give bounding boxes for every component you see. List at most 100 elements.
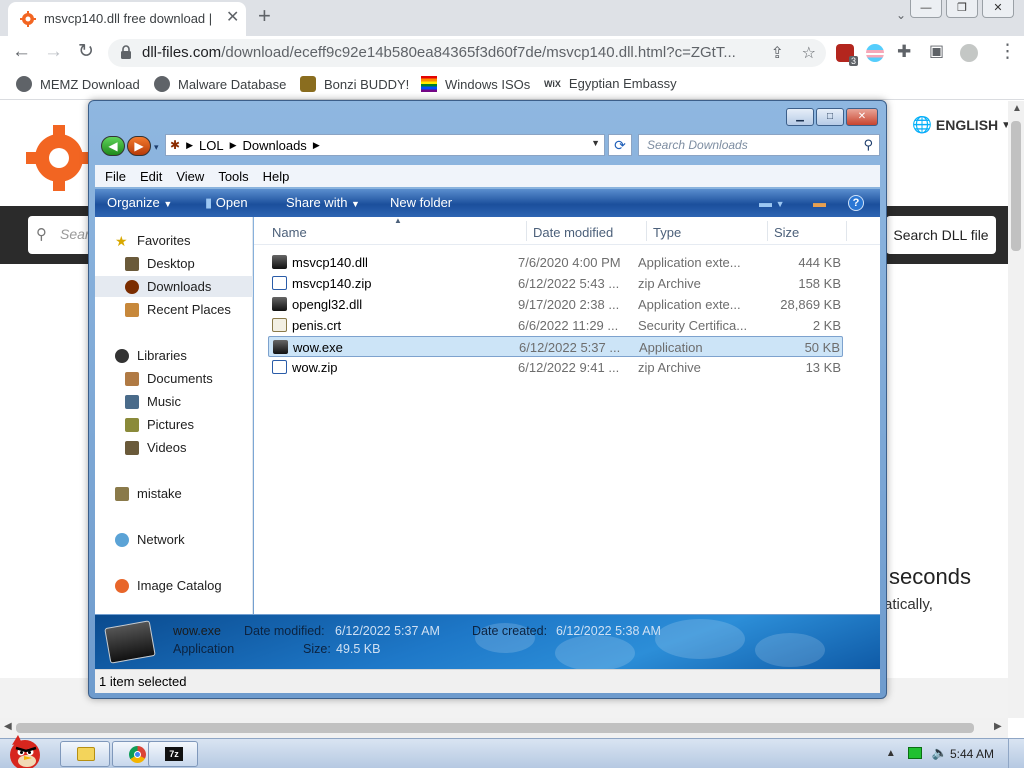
omnibox[interactable]: dll-files.com/download/eceff9c92e14b580e… bbox=[108, 39, 826, 67]
show-desktop-button[interactable] bbox=[1008, 739, 1024, 768]
ublock-extension-icon[interactable]: 3 bbox=[836, 44, 858, 66]
bookmark-windows-isos[interactable]: Windows ISOs bbox=[421, 76, 530, 92]
file-row[interactable]: penis.crt 6/6/2022 11:29 ... Security Ce… bbox=[268, 315, 843, 336]
file-date: 9/17/2020 2:38 ... bbox=[518, 297, 620, 312]
nav-downloads[interactable]: Downloads bbox=[95, 276, 253, 297]
battery-icon[interactable] bbox=[907, 747, 922, 759]
downloads-folder-icon bbox=[125, 279, 139, 294]
explorer-maximize-button[interactable]: □ bbox=[816, 108, 844, 126]
open-button[interactable]: ▮ Open bbox=[205, 195, 248, 211]
taskbar-7zip-button[interactable]: 7z bbox=[148, 741, 198, 767]
nav-recent-places[interactable]: Recent Places bbox=[95, 299, 253, 320]
forward-arrow-icon[interactable]: → bbox=[44, 42, 63, 62]
bookmark-label: MEMZ Download bbox=[40, 76, 140, 92]
column-divider[interactable] bbox=[767, 221, 768, 241]
column-header-name[interactable]: Name bbox=[272, 225, 307, 240]
menu-tools[interactable]: Tools bbox=[218, 169, 248, 184]
column-divider[interactable] bbox=[646, 221, 647, 241]
browser-tab[interactable]: msvcp140.dll free download | ✕ bbox=[8, 2, 246, 36]
file-row[interactable]: msvcp140.dll 7/6/2020 4:00 PM Applicatio… bbox=[268, 252, 843, 273]
close-window-button[interactable]: ✕ bbox=[982, 0, 1014, 18]
search-dll-button[interactable]: Search DLL file bbox=[886, 216, 996, 254]
chrome-menu-icon[interactable]: ⋮ bbox=[998, 42, 1017, 62]
column-header-size[interactable]: Size bbox=[774, 225, 799, 240]
recent-pages-chevron-icon[interactable]: ▾ bbox=[154, 136, 159, 158]
explorer-forward-button[interactable]: ▶ bbox=[127, 136, 151, 156]
horizontal-scrollbar[interactable]: ◀ ▶ bbox=[0, 718, 1008, 738]
address-dropdown-icon[interactable]: ▼ bbox=[591, 138, 600, 148]
explorer-back-button[interactable]: ◀ bbox=[101, 136, 125, 156]
nav-documents[interactable]: Documents bbox=[95, 368, 253, 389]
nav-music[interactable]: Music bbox=[95, 391, 253, 412]
nav-network[interactable]: Network bbox=[95, 529, 253, 550]
nav-libraries[interactable]: Libraries bbox=[95, 345, 253, 366]
menu-help[interactable]: Help bbox=[263, 169, 290, 184]
volume-icon[interactable]: 🔈 bbox=[932, 745, 948, 761]
file-row[interactable]: msvcp140.zip 6/12/2022 5:43 ... zip Arch… bbox=[268, 273, 843, 294]
nav-desktop[interactable]: Desktop bbox=[95, 253, 253, 274]
breadcrumb-lol[interactable]: LOL bbox=[199, 138, 224, 153]
vertical-scrollbar[interactable]: ▲ bbox=[1008, 101, 1024, 718]
new-folder-button[interactable]: New folder bbox=[390, 195, 452, 210]
menu-file[interactable]: File bbox=[105, 169, 126, 184]
nav-user-folder[interactable]: mistake bbox=[95, 483, 253, 504]
chrome-icon bbox=[129, 746, 146, 763]
bookmark-memz[interactable]: MEMZ Download bbox=[16, 76, 140, 92]
menu-view[interactable]: View bbox=[176, 169, 204, 184]
tab-search-chevron-icon[interactable]: ⌄ bbox=[896, 8, 906, 22]
column-divider[interactable] bbox=[846, 221, 847, 241]
nav-favorites[interactable]: ★ Favorites bbox=[95, 230, 253, 251]
file-row[interactable]: wow.zip 6/12/2022 9:41 ... zip Archive 1… bbox=[268, 357, 843, 378]
taskbar-clock[interactable]: 5:44 AM bbox=[950, 747, 994, 761]
scroll-up-icon[interactable]: ▲ bbox=[1012, 103, 1022, 114]
back-arrow-icon[interactable]: ← bbox=[12, 42, 31, 62]
explorer-close-button[interactable]: ✕ bbox=[846, 108, 878, 126]
restore-button[interactable]: ❐ bbox=[946, 0, 978, 18]
bookmark-egyptian-embassy[interactable]: WiX Egyptian Embassy bbox=[544, 76, 677, 91]
share-icon[interactable]: ⇪ bbox=[770, 45, 783, 62]
file-type: Application exte... bbox=[638, 255, 741, 270]
open-label: Open bbox=[215, 195, 248, 210]
scroll-right-icon[interactable]: ▶ bbox=[994, 721, 1002, 732]
column-header-date-modified[interactable]: Date modified bbox=[533, 225, 613, 240]
nav-image-catalog[interactable]: Image Catalog bbox=[95, 575, 253, 596]
share-with-button[interactable]: Share with ▼ bbox=[286, 195, 360, 210]
explorer-minimize-button[interactable]: ▁ bbox=[786, 108, 814, 126]
bookmark-bonzi-buddy[interactable]: Bonzi BUDDY! bbox=[300, 76, 409, 92]
language-selector[interactable]: 🌐 ENGLISH ▼ bbox=[912, 115, 1011, 135]
help-icon[interactable]: ? bbox=[848, 195, 864, 211]
minimize-button[interactable]: — bbox=[910, 0, 942, 18]
tab-close-icon[interactable]: ✕ bbox=[226, 10, 239, 26]
vertical-scroll-thumb[interactable] bbox=[1011, 121, 1021, 251]
extensions-puzzle-icon[interactable]: ✚ bbox=[897, 42, 911, 62]
file-row-selected[interactable]: wow.exe 6/12/2022 5:37 ... Application 5… bbox=[268, 336, 843, 357]
nav-label: Pictures bbox=[147, 417, 194, 432]
bookmark-star-icon[interactable]: ☆ bbox=[802, 45, 816, 62]
taskbar-explorer-button[interactable] bbox=[60, 741, 110, 767]
flag-extension-icon[interactable] bbox=[866, 44, 884, 62]
organize-button[interactable]: Organize ▼ bbox=[107, 195, 172, 210]
explorer-search-input[interactable]: Search Downloads ⚲ bbox=[638, 134, 880, 156]
preview-pane-icon[interactable]: ▬ bbox=[813, 195, 826, 210]
new-tab-icon[interactable]: + bbox=[258, 4, 271, 28]
breadcrumb-downloads[interactable]: Downloads bbox=[242, 138, 306, 153]
change-view-icon[interactable]: ▬ ▼ bbox=[759, 195, 785, 210]
side-panel-icon[interactable]: ▣ bbox=[929, 42, 944, 62]
search-icon[interactable]: ⚲ bbox=[863, 137, 873, 153]
reload-icon[interactable]: ↻ bbox=[78, 42, 94, 62]
column-divider[interactable] bbox=[526, 221, 527, 241]
bookmark-label: Bonzi BUDDY! bbox=[324, 76, 410, 92]
nav-pictures[interactable]: Pictures bbox=[95, 414, 253, 435]
tray-expand-icon[interactable]: ▲ bbox=[886, 748, 896, 759]
folder-location-icon: ✱ bbox=[170, 138, 181, 152]
nav-videos[interactable]: Videos bbox=[95, 437, 253, 458]
explorer-refresh-button[interactable]: ⟳ bbox=[608, 134, 632, 156]
bookmark-malware-database[interactable]: Malware Database bbox=[154, 76, 286, 92]
file-row[interactable]: opengl32.dll 9/17/2020 2:38 ... Applicat… bbox=[268, 294, 843, 315]
explorer-address-bar[interactable]: ✱ ▶ LOL ▶ Downloads ▶ ▼ bbox=[165, 134, 605, 156]
horizontal-scroll-thumb[interactable] bbox=[16, 723, 974, 733]
profile-avatar-icon[interactable] bbox=[960, 44, 978, 62]
menu-edit[interactable]: Edit bbox=[140, 169, 162, 184]
start-button-angry-bird-icon[interactable] bbox=[2, 731, 48, 768]
column-header-type[interactable]: Type bbox=[653, 225, 681, 240]
